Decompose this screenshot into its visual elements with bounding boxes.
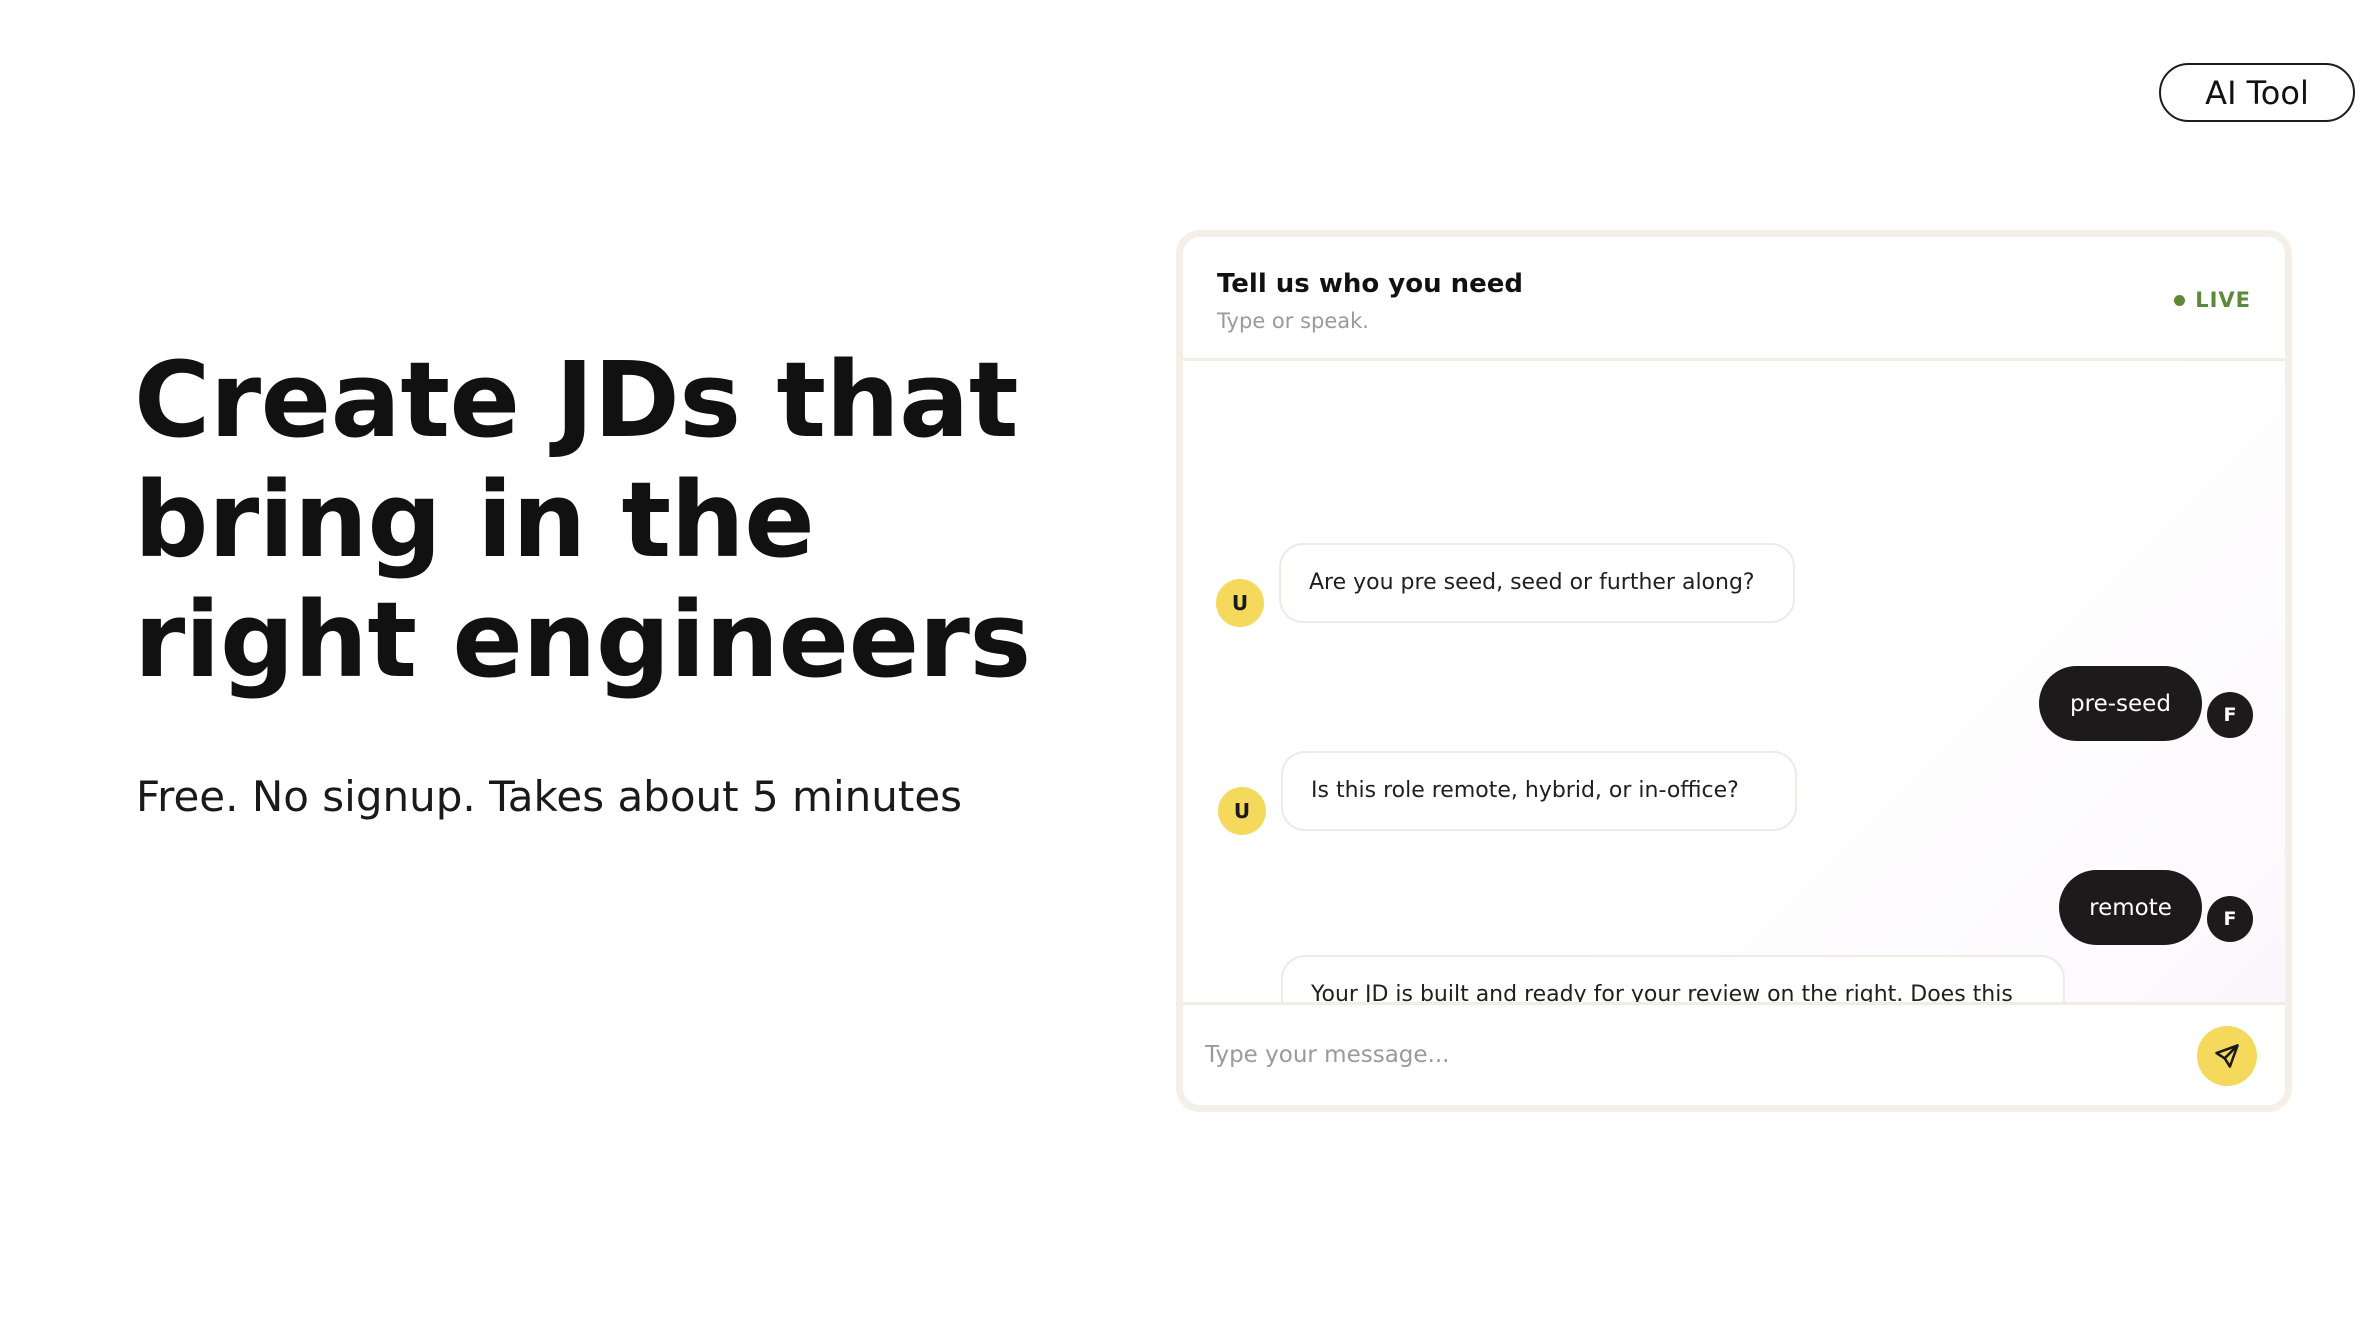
bot-avatar: U: [1218, 787, 1266, 835]
user-avatar: F: [2207, 692, 2253, 738]
user-message: pre-seed: [2039, 666, 2202, 741]
user-message-text: pre-seed: [2070, 690, 2171, 717]
bot-message-text: Are you pre seed, seed or further along?: [1309, 570, 1755, 595]
live-dot-icon: [2174, 294, 2186, 306]
page: AI Tool Create JDs that bring in the rig…: [0, 0, 2380, 1319]
chat-header: Tell us who you need Type or speak. LIVE: [1183, 237, 2285, 361]
bot-message-text: Is this role remote, hybrid, or in-offic…: [1311, 778, 1739, 803]
hero-subtitle: Free. No signup. Takes about 5 minutes: [136, 772, 963, 821]
chat-subtitle: Type or speak.: [1217, 309, 1369, 333]
live-status-label: LIVE: [2195, 288, 2251, 312]
user-message: remote: [2059, 870, 2202, 945]
chat-title: Tell us who you need: [1217, 269, 1524, 299]
hero-title: Create JDs that bring in the right engin…: [134, 339, 1031, 701]
ai-tool-tag: AI Tool: [2159, 63, 2355, 122]
chat-card: Tell us who you need Type or speak. LIVE…: [1176, 230, 2292, 1112]
bot-message: Are you pre seed, seed or further along?: [1279, 543, 1795, 623]
user-avatar: F: [2207, 896, 2253, 942]
message-composer: [1183, 1002, 2285, 1105]
bot-avatar: U: [1216, 579, 1264, 627]
bot-message: Is this role remote, hybrid, or in-offic…: [1281, 751, 1797, 831]
send-button[interactable]: [2197, 1026, 2257, 1086]
send-icon: [2215, 1044, 2239, 1068]
message-list: U Are you pre seed, seed or further alon…: [1183, 361, 2285, 1076]
user-message-text: remote: [2089, 894, 2172, 921]
message-input[interactable]: [1203, 1025, 2163, 1085]
live-status-badge: LIVE: [2174, 288, 2251, 312]
